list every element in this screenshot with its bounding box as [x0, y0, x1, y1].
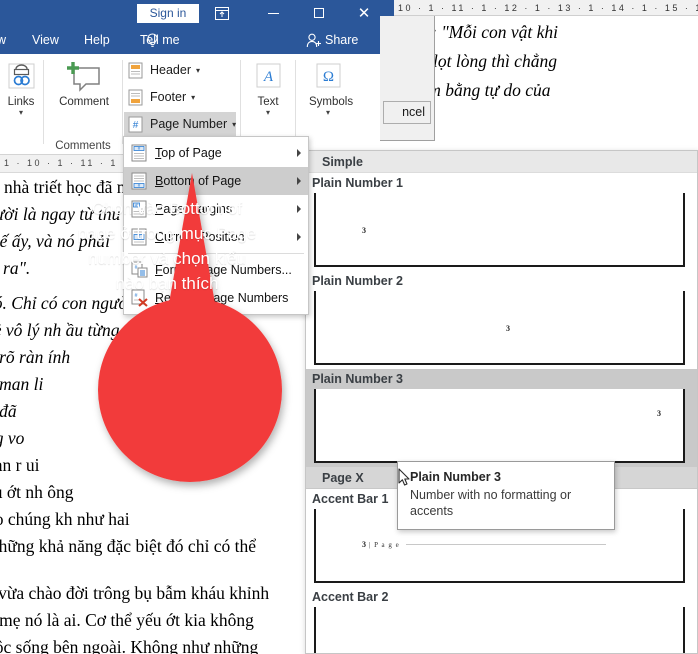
ribbon-group-links: Links ▾ — [0, 54, 42, 155]
gallery-item-accent-bar-2[interactable]: Accent Bar 2 — [306, 587, 697, 653]
header-icon — [127, 61, 144, 79]
svg-text:Ω: Ω — [322, 69, 333, 85]
new-comment-icon — [65, 58, 103, 94]
gallery-item-plain-number-3[interactable]: Plain Number 3 3 — [306, 369, 697, 467]
links-button[interactable]: Links ▾ — [2, 58, 40, 117]
document-line: ọc đã nói: "Mỗi con vật khi — [394, 22, 559, 42]
chevron-down-icon[interactable]: ▾ — [2, 109, 40, 117]
gallery-item-plain-number-2[interactable]: Plain Number 2 3 — [306, 271, 697, 369]
footer-button[interactable]: Footer ▾ — [124, 85, 236, 109]
minimize-icon[interactable] — [258, 3, 288, 24]
text-box-icon: A — [249, 58, 287, 94]
page-number-icon: # — [127, 115, 144, 133]
tab-review[interactable]: ew — [0, 27, 6, 54]
close-icon[interactable]: ✕ — [349, 3, 379, 24]
share-person-icon — [306, 33, 322, 48]
chevron-down-icon[interactable]: ▾ — [196, 66, 200, 75]
menu-item-top-of-page[interactable]: # Top of Page — [124, 139, 308, 167]
header-button[interactable]: Header ▾ — [124, 58, 236, 82]
maximize-icon[interactable] — [304, 3, 334, 24]
text-label: Text — [257, 96, 279, 108]
gallery-tooltip: Plain Number 3 Number with no formatting… — [397, 461, 615, 530]
chevron-down-icon[interactable]: ▾ — [309, 109, 347, 117]
menu-item-label: Top of Page — [155, 146, 222, 160]
submenu-arrow-icon — [297, 149, 301, 157]
word-application-window: Sign in ✕ ew View Help — [0, 0, 394, 155]
share-button[interactable]: Share — [325, 27, 358, 54]
tab-view[interactable]: View — [32, 27, 59, 54]
gallery-item-title: Plain Number 1 — [312, 176, 403, 190]
chevron-down-icon[interactable]: ▾ — [191, 93, 195, 102]
chevron-down-icon[interactable]: ▾ — [249, 109, 287, 117]
gallery-section-simple: Simple — [306, 151, 697, 173]
preview-page-number: 3 — [362, 226, 366, 235]
preview-accent-rule — [406, 544, 606, 545]
page-number-label: Page Number — [150, 117, 228, 131]
horizontal-ruler-right[interactable]: 10 · 1 · 11 · 1 · 12 · 1 · 13 · 1 · 14 ·… — [394, 0, 698, 16]
annotation-callout-text: Chọn vào Bottom of page ở trong mục Page… — [77, 199, 257, 293]
document-line: ó phải làm bằng tự do của — [394, 80, 551, 100]
tooltip-body: Number with no formatting or accents — [410, 488, 572, 518]
ribbon-group-comments: Comment Comments — [44, 54, 122, 155]
tooltip-title: Plain Number 3 — [410, 470, 501, 484]
tab-help[interactable]: Help — [84, 27, 110, 54]
new-comment-button[interactable]: Comment — [58, 58, 110, 108]
footer-label: Footer — [150, 90, 187, 104]
preview-page-number: 3 — [506, 324, 510, 333]
title-bar: Sign in ✕ — [0, 0, 394, 27]
link-icon — [2, 58, 40, 94]
page-number-button[interactable]: # Page Number ▾ — [124, 112, 236, 136]
comments-group-label: Comments — [55, 140, 111, 152]
gallery-item-preview: 3 — [314, 389, 685, 463]
sign-in-button[interactable]: Sign in — [137, 4, 199, 23]
ribbon-display-options-icon[interactable] — [207, 3, 237, 24]
ruler-right-ticks: 10 · 1 · 11 · 1 · 12 · 1 · 13 · 1 · 14 ·… — [398, 3, 698, 13]
header-label: Header — [150, 63, 191, 77]
gallery-item-title: Plain Number 3 — [312, 372, 403, 386]
svg-text:A: A — [262, 69, 273, 85]
gallery-item-preview: 3 — [314, 291, 685, 365]
ribbon-tabs: ew View Help Tell me Share — [0, 27, 394, 54]
page-number-top-icon: # — [128, 143, 150, 163]
word-screenshot: 10 · 1 · 11 · 1 · 12 · 1 · 13 · 1 · 14 ·… — [0, 0, 698, 654]
mouse-cursor-icon — [398, 468, 411, 492]
gallery-item-preview: 3 — [314, 193, 685, 267]
gallery-item-title: Plain Number 2 — [312, 274, 403, 288]
symbols-label: Symbols — [309, 96, 354, 108]
omega-icon: Ω — [309, 58, 347, 94]
gallery-item-plain-number-1[interactable]: Plain Number 1 3 — [306, 173, 697, 271]
preview-page-number: 3 — [657, 409, 661, 418]
links-label: Links — [7, 96, 35, 108]
text-button[interactable]: A Text ▾ — [249, 58, 287, 117]
comment-label: Comment — [59, 96, 109, 108]
gallery-item-preview — [314, 607, 685, 653]
document-line: y từ thuở lọt lòng thì chẳng — [394, 51, 557, 71]
tell-me-search[interactable]: Tell me — [140, 27, 180, 54]
page-number-gallery[interactable]: Simple Plain Number 1 3 Plain Number 2 3… — [305, 150, 698, 654]
svg-text:#: # — [133, 120, 139, 131]
preview-page-number: 3 — [362, 540, 366, 549]
gallery-item-title: Accent Bar 2 — [312, 590, 389, 604]
chevron-down-icon[interactable]: ▾ — [232, 120, 236, 129]
footer-icon — [127, 88, 144, 106]
document-page-right[interactable]: ọc đã nói: "Mỗi con vật khi y từ thuở lọ… — [394, 16, 698, 156]
cancel-button[interactable]: ncel — [383, 101, 431, 124]
symbols-button[interactable]: Ω Symbols ▾ — [309, 58, 354, 117]
preview-page-suffix: | P a g e — [369, 541, 400, 549]
